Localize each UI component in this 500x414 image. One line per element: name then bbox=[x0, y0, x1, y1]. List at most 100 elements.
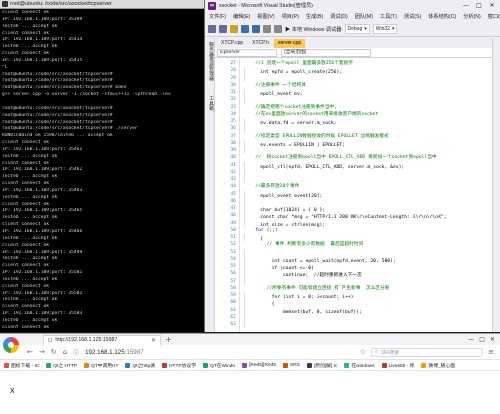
browser-maximize-button[interactable]: □ bbox=[479, 336, 485, 343]
terminal-line: leiteb ... accept ok bbox=[2, 297, 58, 303]
line-number: 34 bbox=[230, 111, 236, 117]
terminal-title: root@ubuntu: /code/src/asocket/tcpserver bbox=[10, 1, 112, 7]
toolbox-tab[interactable]: 工具箱 bbox=[206, 96, 214, 110]
reload-icon[interactable]: ↻ bbox=[51, 348, 57, 356]
forward-arrow-icon[interactable]: → bbox=[39, 348, 45, 356]
code-line bbox=[244, 168, 492, 176]
bookmark-item[interactable]: HTTP协议学 bbox=[162, 362, 196, 369]
code-editor[interactable]: 27 28 29 30 31 32 33 34 35 36 37 38 39 40 41 42 43 44 45 46… bbox=[215, 58, 492, 332]
open-folder-icon[interactable] bbox=[230, 25, 238, 33]
bookmark-item[interactable]: [Red5][Red5 bbox=[242, 362, 276, 368]
visual-studio-logo-icon: ∞ bbox=[208, 1, 216, 10]
browser-tab[interactable]: ◻ http://192.168.1.125:15987 ✕ bbox=[43, 334, 161, 345]
terminal-window[interactable]: root@ubuntu: /code/src/asocket/tcpserver… bbox=[0, 0, 204, 332]
code-line: //指定类型 EPOLLIN数据接收的时候 EPOLLET 边缘触发模式 bbox=[244, 133, 389, 139]
bookmark-label: [原创]解] Ic bbox=[313, 363, 338, 369]
terminal-output[interactable]: client connect ok IP: 192.168.1.109;port:… bbox=[0, 9, 204, 332]
menu-item[interactable]: 视图(V) bbox=[257, 13, 274, 20]
bookmark-item[interactable]: QT中调用HT bbox=[83, 362, 118, 369]
bookmark-item[interactable]: Qt之 HTTP bbox=[46, 362, 77, 369]
vs-maximize-button[interactable]: □ bbox=[474, 2, 484, 9]
menu-item[interactable]: 团队(M) bbox=[355, 13, 373, 20]
bookmark-favicon-icon bbox=[421, 362, 427, 368]
browser-close-button[interactable]: ✕ bbox=[490, 336, 495, 343]
line-number: 59 bbox=[230, 293, 236, 298]
document-tab[interactable]: XTCP.cpp bbox=[217, 39, 248, 48]
bookmark-item[interactable]: 图标下载 - IC bbox=[4, 362, 39, 369]
terminal-line: leiteb ... accept ok bbox=[2, 276, 58, 282]
terminal-line: leiteb ... accept ok bbox=[2, 23, 58, 29]
save-icon[interactable] bbox=[241, 25, 249, 33]
menu-item[interactable]: 窗口(W) bbox=[488, 13, 500, 20]
navigation-bar: tcpserver (全局范围) bbox=[215, 48, 492, 58]
redo-icon[interactable] bbox=[274, 25, 282, 33]
start-debugger-button[interactable]: ▶ 本地 Windows 调试器 bbox=[285, 26, 342, 33]
project-scope-select[interactable]: tcpserver bbox=[217, 48, 277, 57]
member-scope-select[interactable]: (全局范围) bbox=[281, 48, 371, 57]
line-number: 41 bbox=[230, 162, 236, 168]
back-icon[interactable] bbox=[208, 25, 216, 33]
line-number: 32 bbox=[230, 97, 236, 103]
terminal-line: client connect ok bbox=[2, 242, 50, 248]
bookmark-item[interactable]: 在windows bbox=[344, 362, 375, 369]
bookmark-item[interactable]: QT在Windo bbox=[203, 362, 235, 369]
vs-close-button[interactable]: ✕ bbox=[487, 2, 497, 9]
menu-item[interactable]: 工具(T) bbox=[380, 13, 397, 20]
search-placeholder: 360搜索 bbox=[380, 349, 400, 356]
terminal-line: root@ubuntu:/code/src/asocket/tcpserver# bbox=[2, 71, 113, 77]
forward-icon[interactable] bbox=[219, 25, 227, 33]
response-body-text: X bbox=[10, 388, 15, 395]
server-explorer-tab[interactable]: 服务器资源管理器 bbox=[206, 42, 214, 80]
vs-minimize-button[interactable]: — bbox=[461, 2, 471, 9]
menu-item[interactable]: 体系结构(C) bbox=[428, 13, 456, 20]
bookmark-item[interactable]: 微博_随心面 bbox=[421, 362, 455, 369]
menu-item[interactable]: 编辑(E) bbox=[233, 13, 250, 20]
undo-icon[interactable] bbox=[263, 25, 271, 33]
browser-window[interactable]: ◻ http://192.168.1.125:15987 ✕ + — □ ✕ ←… bbox=[0, 333, 500, 414]
vs-titlebar[interactable]: ∞ xsocket - Microsoft Visual Studio(管理员)… bbox=[205, 0, 500, 11]
visual-studio-window[interactable]: ∞ xsocket - Microsoft Visual Studio(管理员)… bbox=[204, 0, 500, 332]
code-text[interactable]: //1 创建一个epoll 里面最多放256个套接字 int epfd = ep… bbox=[239, 58, 492, 332]
bookmark-label: Qt之http请 bbox=[132, 363, 156, 369]
page-info-icon[interactable]: ⓘ bbox=[73, 348, 79, 357]
address-right-tools: ☆ ⌕ 360搜索 ≡ bbox=[360, 347, 500, 357]
right-scrollbar[interactable] bbox=[492, 38, 500, 332]
code-line: //确定把哪个socket注册到事件当中, bbox=[244, 104, 337, 110]
back-arrow-icon[interactable]: ← bbox=[27, 348, 33, 356]
code-line: //最多存放20个事件 bbox=[244, 184, 300, 190]
vs-main-area: 服务器资源管理器 工具箱 XTCP.cpp XTCP.h server.cpp tc… bbox=[205, 38, 500, 332]
bookmark-item[interactable]: Qt之http请 bbox=[125, 362, 155, 369]
menu-icon[interactable]: ≡ bbox=[488, 348, 494, 356]
close-tab-icon[interactable]: ✕ bbox=[151, 337, 156, 344]
bookmark-item[interactable]: SRS bbox=[283, 362, 300, 368]
terminal-line: client connect ok bbox=[2, 140, 50, 146]
platform-select[interactable]: Win32 ▾ bbox=[372, 24, 398, 34]
url-field[interactable]: 192.168.1.125:15987 bbox=[85, 349, 144, 356]
menu-item[interactable]: 调试(D) bbox=[330, 13, 348, 20]
document-tab[interactable]: server.cpp bbox=[274, 39, 306, 48]
code-line: continue; //超时重新进入下一次 bbox=[244, 270, 492, 278]
menu-item[interactable]: 生成(B) bbox=[306, 13, 323, 20]
home-icon[interactable]: ⌂ bbox=[63, 348, 67, 356]
bookmark-item[interactable]: [原创]解] Ic bbox=[306, 362, 338, 369]
save-all-icon[interactable] bbox=[252, 25, 260, 33]
star-icon[interactable]: ☆ bbox=[360, 348, 366, 356]
new-tab-button[interactable]: + bbox=[165, 335, 172, 344]
menu-item[interactable]: 文件(F) bbox=[209, 13, 226, 20]
menu-item[interactable]: 测试(S) bbox=[404, 13, 421, 20]
search-input[interactable]: ⌕ 360搜索 bbox=[371, 347, 484, 357]
menu-item[interactable]: 分析(N) bbox=[463, 13, 481, 20]
bookmark-favicon-icon bbox=[162, 362, 168, 368]
line-number: 31 bbox=[230, 90, 236, 95]
browser-window-controls: — □ ✕ bbox=[468, 336, 500, 343]
terminal-line: ^C bbox=[2, 64, 8, 70]
document-tab[interactable]: XTCP.h bbox=[248, 39, 274, 48]
terminal-line: leiteb ... accept ok bbox=[2, 174, 58, 180]
bookmark-item[interactable]: Live555 - 修 bbox=[381, 362, 415, 369]
bookmark-label: Live555 - 修 bbox=[388, 363, 415, 369]
configuration-select[interactable]: Debug ▾ bbox=[344, 24, 370, 34]
browser-minimize-button[interactable]: — bbox=[468, 336, 474, 343]
menu-item[interactable]: 项目(P) bbox=[282, 13, 299, 20]
terminal-titlebar[interactable]: root@ubuntu: /code/src/asocket/tcpserver bbox=[0, 0, 204, 9]
bookmark-label: 在windows bbox=[351, 363, 375, 369]
